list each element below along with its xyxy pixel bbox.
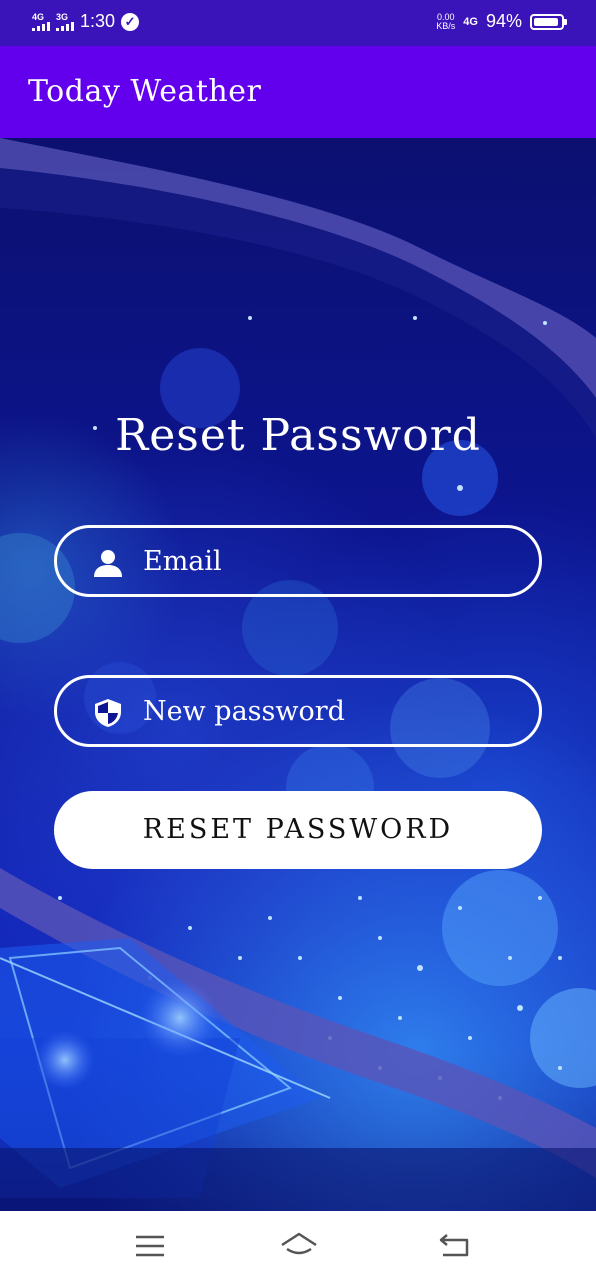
signal-icon: 4G — [32, 11, 50, 31]
menu-icon[interactable] — [133, 1231, 167, 1261]
status-left: 4G 3G 1:30 ✓ — [32, 11, 140, 32]
password-placeholder: New password — [143, 696, 345, 727]
status-bar: 4G 3G 1:30 ✓ 0.00 KB/s 4G 94% — [0, 0, 596, 46]
app-bar: Today Weather — [0, 46, 596, 138]
network-type: 4G — [463, 15, 478, 28]
navigation-bar — [0, 1211, 596, 1280]
shield-icon — [95, 699, 121, 727]
network-speed: 0.00 KB/s — [436, 12, 456, 31]
new-password-field[interactable]: New password — [54, 675, 542, 747]
network-label-1: 4G — [32, 11, 45, 22]
status-right: 0.00 KB/s 4G 94% — [436, 11, 567, 32]
clock: 1:30 — [80, 11, 116, 31]
battery-icon — [530, 13, 567, 30]
check-circle-icon: ✓ — [121, 12, 140, 31]
network-label-2: 3G — [56, 11, 69, 22]
signal-icon: 3G — [56, 11, 74, 31]
home-icon[interactable] — [279, 1231, 319, 1261]
email-field[interactable]: Email — [54, 525, 542, 597]
app-title: Today Weather — [28, 74, 262, 109]
background-image: Reset Password Email New password RESET … — [0, 138, 596, 1211]
page-title: Reset Password — [115, 410, 481, 461]
back-icon[interactable] — [437, 1231, 471, 1261]
person-icon — [94, 550, 122, 577]
speed-unit: KB/s — [436, 20, 456, 31]
email-placeholder: Email — [143, 546, 222, 577]
battery-percent: 94% — [485, 11, 522, 31]
reset-password-button[interactable]: RESET PASSWORD — [54, 791, 542, 869]
